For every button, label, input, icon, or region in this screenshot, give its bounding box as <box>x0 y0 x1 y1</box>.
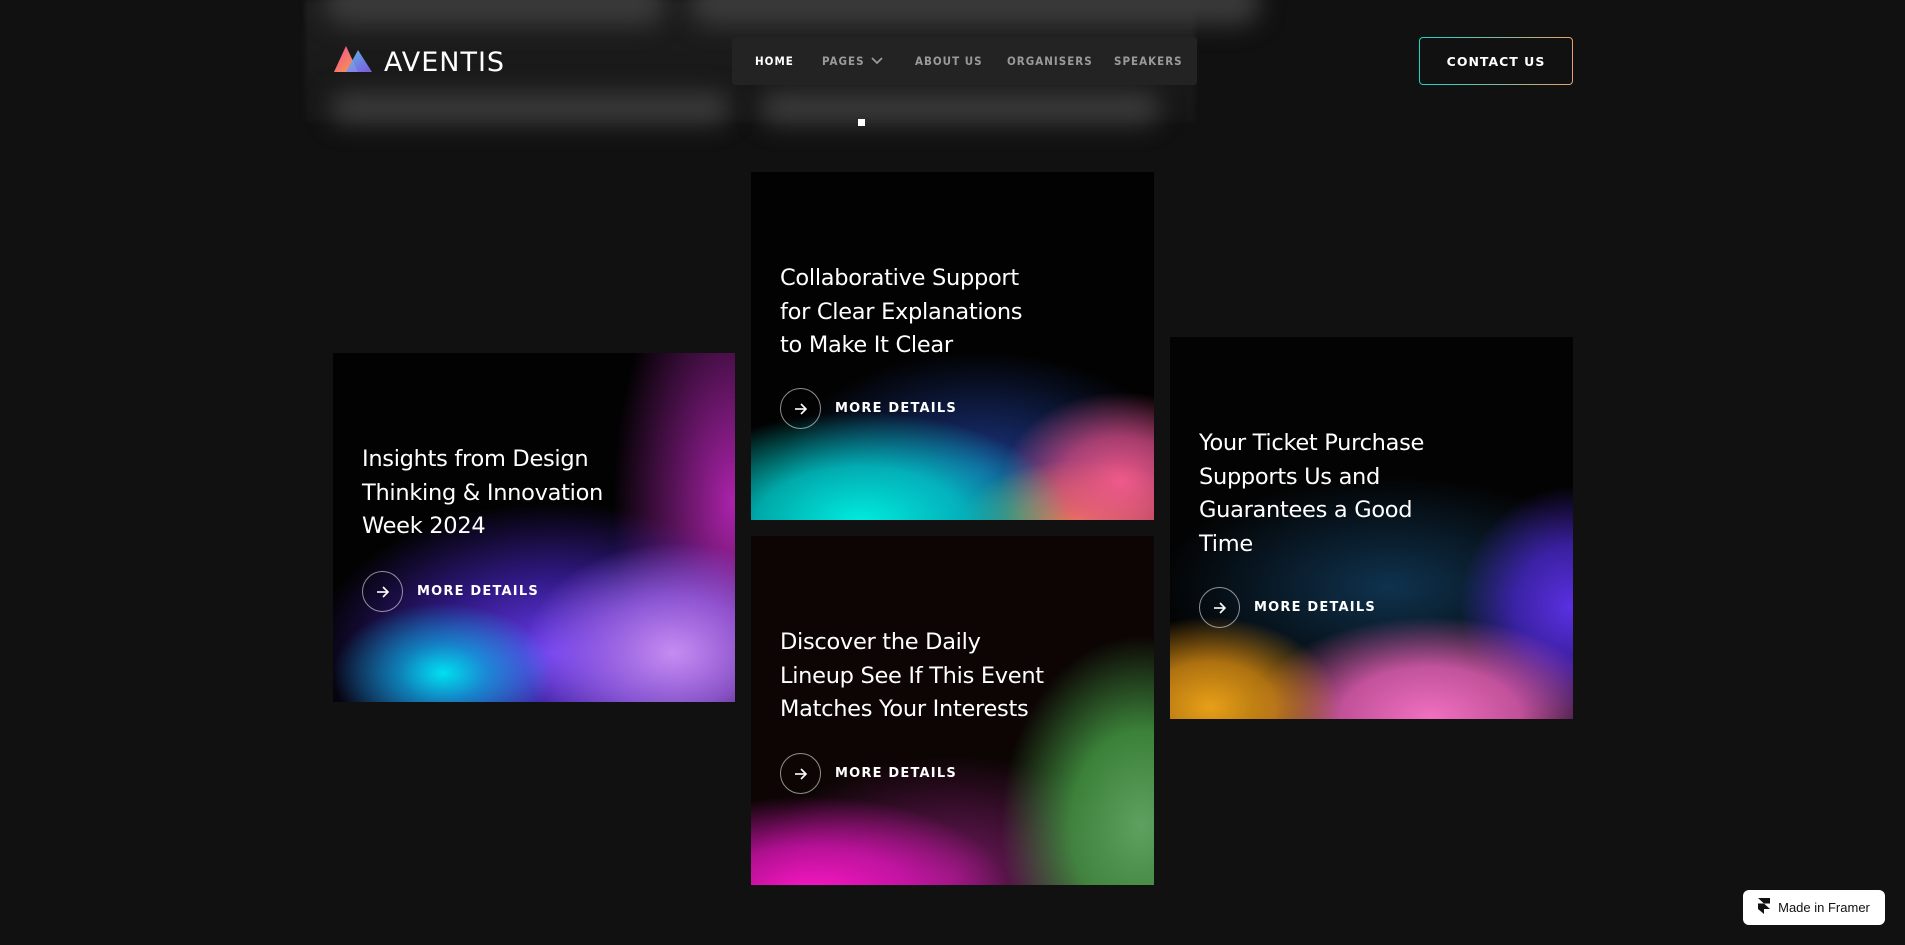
more-details-label: MORE DETAILS <box>1254 600 1376 615</box>
more-details-link[interactable]: MORE DETAILS <box>1199 587 1376 628</box>
more-details-label: MORE DETAILS <box>835 401 957 416</box>
card-title-line: Insights from Design <box>362 446 589 472</box>
card-title-line: Thinking & Innovation <box>362 479 604 506</box>
triangle-logo-icon <box>334 46 374 78</box>
made-in-framer-label: Made in Framer <box>1778 900 1870 915</box>
card-title: Collaborative Support for Clear Explanat… <box>780 262 1023 363</box>
event-card[interactable]: Your Ticket Purchase Supports Us and Gua… <box>1170 337 1573 719</box>
card-title: Your Ticket Purchase Supports Us and Gua… <box>1199 427 1424 561</box>
arrow-right-icon <box>780 388 821 429</box>
more-details-link[interactable]: MORE DETAILS <box>780 388 957 429</box>
blurred-shape <box>760 92 1160 124</box>
made-in-framer-badge[interactable]: Made in Framer <box>1743 890 1885 925</box>
card-title-line: Guarantees a Good <box>1199 497 1413 523</box>
event-card[interactable]: Discover the Daily Lineup See If This Ev… <box>751 536 1154 885</box>
card-title-line: for Clear Explanations <box>780 298 1023 325</box>
card-title-line: Time <box>1199 530 1253 557</box>
nav-item-about-us[interactable]: ABOUT US <box>915 54 1007 68</box>
nav-label: SPEAKERS <box>1114 54 1183 68</box>
nav-item-home[interactable]: HOME <box>755 54 822 68</box>
more-details-label: MORE DETAILS <box>835 766 957 781</box>
chevron-down-icon <box>870 54 883 68</box>
card-title-line: Lineup See If This Event <box>780 662 1044 689</box>
blurred-shape <box>325 0 665 25</box>
nav-item-speakers[interactable]: SPEAKERS <box>1114 54 1183 68</box>
more-details-link[interactable]: MORE DETAILS <box>362 571 539 612</box>
nav-item-pages[interactable]: PAGES <box>822 54 915 68</box>
arrow-right-icon <box>780 753 821 794</box>
nav-label: PAGES <box>822 54 865 68</box>
brand-logo[interactable]: AVENTIS <box>334 46 505 78</box>
nav-label: HOME <box>755 54 794 68</box>
contact-us-button[interactable]: CONTACT US <box>1419 37 1573 85</box>
card-title: Insights from Design Thinking & Innovati… <box>362 443 603 544</box>
blurred-shape <box>330 92 730 124</box>
arrow-right-icon <box>362 571 403 612</box>
card-title-line: Discover the Daily <box>780 629 981 655</box>
event-card[interactable]: Insights from Design Thinking & Innovati… <box>333 353 735 702</box>
card-title-line: to Make It Clear <box>780 332 953 358</box>
card-title: Discover the Daily Lineup See If This Ev… <box>780 626 1044 727</box>
card-title-line: Collaborative Support <box>780 265 1019 291</box>
arrow-right-icon <box>1199 587 1240 628</box>
nav-item-organisers[interactable]: ORGANISERS <box>1007 54 1114 68</box>
contact-us-label: CONTACT US <box>1446 53 1546 69</box>
card-title-line: Supports Us and <box>1199 463 1380 490</box>
more-details-label: MORE DETAILS <box>417 584 539 599</box>
card-title-line: Matches Your Interests <box>780 696 1029 722</box>
event-card[interactable]: Collaborative Support for Clear Explanat… <box>751 172 1154 520</box>
section-marker <box>858 119 865 126</box>
card-title-line: Your Ticket Purchase <box>1199 430 1425 456</box>
framer-icon <box>1758 898 1771 917</box>
blurred-shape <box>690 0 1260 25</box>
main-nav: HOME PAGES ABOUT US ORGANISERS SPEAKERS <box>732 37 1197 85</box>
logo-text: AVENTIS <box>384 46 506 78</box>
card-title-line: Week 2024 <box>362 513 486 539</box>
more-details-link[interactable]: MORE DETAILS <box>780 753 957 794</box>
nav-label: ORGANISERS <box>1007 54 1093 68</box>
nav-label: ABOUT US <box>915 54 983 68</box>
